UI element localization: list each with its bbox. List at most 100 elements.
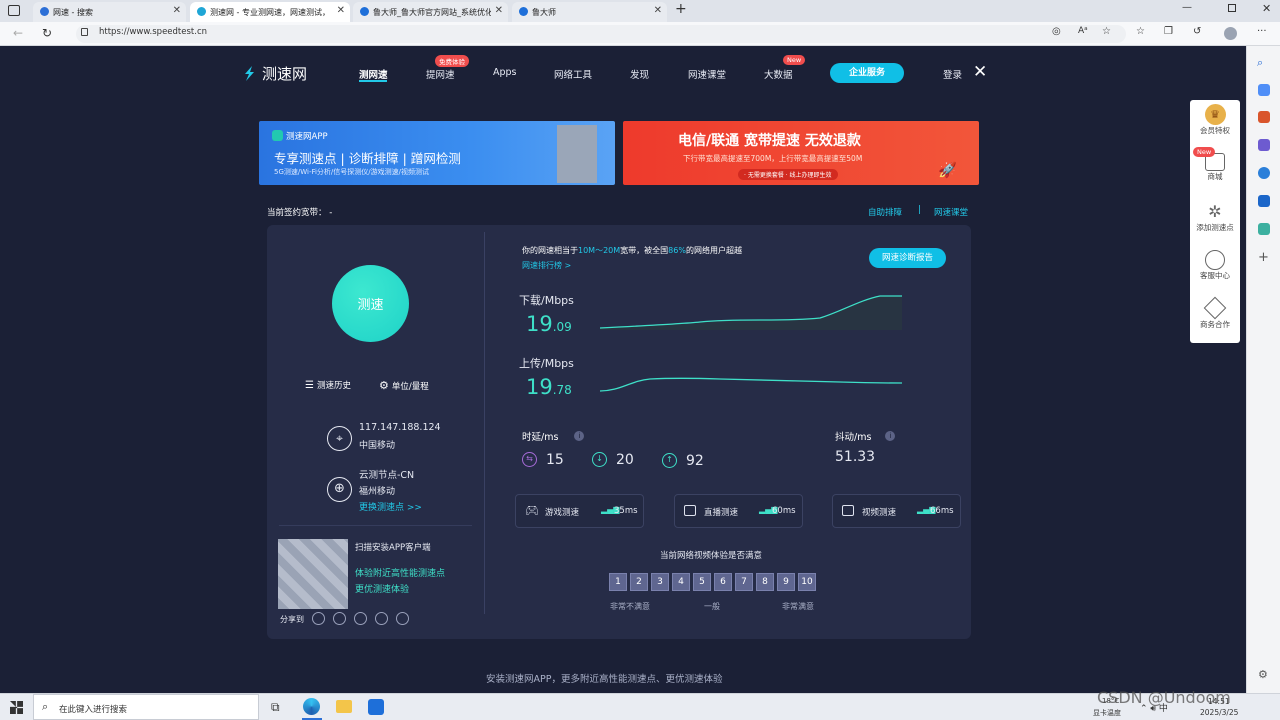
- logo[interactable]: 测速网: [241, 63, 307, 84]
- history-button[interactable]: ☰ 测速历史: [305, 379, 351, 392]
- score-button-7[interactable]: 7: [735, 573, 753, 591]
- task-view-icon[interactable]: ⧉: [271, 700, 280, 715]
- score-button-2[interactable]: 2: [630, 573, 648, 591]
- taskbar-search-text: 在此键入进行搜索: [59, 705, 128, 715]
- promo-banner[interactable]: 电信/联通 宽带提速 无效退款 下行带宽最高提速至700M，上行带宽最高提速至5…: [623, 121, 979, 185]
- nav-apps[interactable]: Apps: [493, 67, 517, 78]
- video-test-card[interactable]: 视频测速 ▂▄▆ 66ms: [832, 494, 961, 528]
- refresh-icon[interactable]: ↻: [42, 26, 52, 40]
- latency-title: 时延/ms i: [522, 429, 585, 443]
- rank-link[interactable]: 网速排行榜 >: [522, 260, 571, 271]
- contract-value: -: [329, 208, 333, 218]
- new-tab-button[interactable]: +: [675, 1, 687, 17]
- add-node-icon: ✲: [1208, 202, 1222, 221]
- change-node-link[interactable]: 更换测速点 >>: [359, 500, 422, 513]
- promo-headline: 电信/联通 宽带提速 无效退款: [678, 133, 861, 149]
- nav-speedtest[interactable]: 测网速: [359, 67, 388, 81]
- score-button-9[interactable]: 9: [777, 573, 795, 591]
- tab-speedtest[interactable]: 测速网 - 专业测网速，网速测试，宽 ✕: [190, 2, 350, 22]
- link-icon[interactable]: [396, 612, 409, 625]
- tab-ludashi[interactable]: 鲁大师 ✕: [512, 2, 667, 22]
- profile-avatar[interactable]: [1224, 27, 1237, 40]
- copilot-icon[interactable]: [1258, 167, 1270, 179]
- close-icon[interactable]: ✕: [973, 62, 987, 82]
- location-icon[interactable]: ◎: [1052, 26, 1061, 37]
- star-icon[interactable]: [375, 612, 388, 625]
- back-icon[interactable]: ←: [13, 26, 23, 40]
- outlook-icon[interactable]: [1258, 195, 1270, 207]
- search-icon[interactable]: ⌕: [1257, 56, 1263, 70]
- ludashi-app-icon[interactable]: [368, 699, 384, 715]
- diagnosis-report-button[interactable]: 网速诊断报告: [869, 248, 946, 268]
- self-fix-link[interactable]: 自助排障: [868, 206, 902, 218]
- tag-icon[interactable]: [1258, 84, 1270, 96]
- history-icon[interactable]: ↺: [1193, 26, 1201, 37]
- score-button-6[interactable]: 6: [714, 573, 732, 591]
- taskbar-search[interactable]: ⌕ 在此键入进行搜索: [33, 694, 259, 720]
- close-icon[interactable]: ✕: [654, 5, 662, 16]
- url-field[interactable]: [76, 25, 1126, 43]
- info-icon[interactable]: i: [885, 431, 896, 441]
- nav-discover[interactable]: 发现: [630, 67, 649, 81]
- favorite-add-icon[interactable]: ☆: [1102, 26, 1111, 37]
- score-button-4[interactable]: 4: [672, 573, 690, 591]
- close-icon[interactable]: ✕: [337, 5, 345, 16]
- share-label: 分享到: [280, 615, 304, 624]
- nav-boost[interactable]: 提网速: [426, 67, 455, 81]
- unit-button[interactable]: ⚙ 单位/量程: [379, 379, 429, 392]
- close-icon[interactable]: ✕: [495, 5, 503, 16]
- url-text[interactable]: https://www.speedtest.cn: [99, 27, 207, 37]
- nav-tools[interactable]: 网络工具: [554, 67, 592, 81]
- scale-high: 非常满意: [782, 602, 814, 611]
- info-icon[interactable]: i: [574, 431, 585, 441]
- more-icon[interactable]: ···: [1257, 26, 1267, 37]
- login-link[interactable]: 登录: [943, 67, 962, 81]
- start-test-button[interactable]: 测速: [332, 265, 409, 342]
- lock-icon[interactable]: [81, 28, 88, 36]
- settings-icon[interactable]: ⚙: [1258, 668, 1268, 681]
- score-button-5[interactable]: 5: [693, 573, 711, 591]
- score-button-8[interactable]: 8: [756, 573, 774, 591]
- tab-search[interactable]: 网速 - 搜索 ✕: [33, 2, 186, 22]
- toolbox-icon[interactable]: [1258, 111, 1270, 123]
- maximize-button[interactable]: [1228, 4, 1236, 12]
- close-icon[interactable]: ✕: [173, 5, 181, 16]
- games-icon[interactable]: [1258, 139, 1270, 151]
- free-trial-badge: 免费体验: [435, 55, 469, 67]
- window-menu-icon[interactable]: [8, 5, 20, 16]
- latency-label: 时延/ms: [522, 432, 559, 443]
- enterprise-button[interactable]: 企业服务: [830, 63, 904, 83]
- score-button-3[interactable]: 3: [651, 573, 669, 591]
- add-node[interactable]: ✲ 添加测速点: [1191, 202, 1239, 233]
- windows-start-icon[interactable]: [10, 701, 23, 714]
- qq-icon[interactable]: [354, 612, 367, 625]
- file-explorer-icon[interactable]: [336, 700, 352, 713]
- business[interactable]: 商务合作: [1191, 296, 1239, 330]
- mall-new-badge: New: [1193, 147, 1216, 157]
- nav-course[interactable]: 网速课堂: [688, 67, 726, 81]
- wechat-icon[interactable]: [312, 612, 325, 625]
- upload-value: 19.78: [526, 375, 572, 399]
- drop-icon[interactable]: [1258, 223, 1270, 235]
- history-icon: ☰: [305, 379, 314, 391]
- score-button-1[interactable]: 1: [609, 573, 627, 591]
- score-button-10[interactable]: 10: [798, 573, 816, 591]
- customer-service[interactable]: 客服中心: [1191, 250, 1239, 281]
- member-privilege[interactable]: ♛ 会员特权: [1191, 104, 1239, 136]
- nav-bigdata[interactable]: 大数据: [764, 67, 793, 81]
- course-link[interactable]: 网速课堂: [934, 206, 968, 218]
- close-window-button[interactable]: ✕: [1262, 2, 1271, 15]
- add-icon[interactable]: +: [1258, 250, 1269, 265]
- promo-sub: 下行带宽最高提速至700M，上行带宽最高提速至50M: [683, 154, 863, 163]
- read-aloud-icon[interactable]: Aᵃ: [1078, 26, 1088, 36]
- app-banner[interactable]: 测速网APP 专享测速点 | 诊断排障 | 蹭网检测 5G测速/Wi-Fi分析/…: [259, 121, 615, 185]
- live-test-card[interactable]: 直播测速 ▂▄▆ 60ms: [674, 494, 803, 528]
- collections-icon[interactable]: ❐: [1164, 26, 1173, 37]
- edge-icon[interactable]: [303, 698, 320, 715]
- favorites-icon[interactable]: ☆: [1136, 26, 1145, 37]
- mall[interactable]: 商城: [1191, 153, 1239, 182]
- game-test-card[interactable]: 🎮︎ 游戏测速 ▂▄▆ 35ms: [515, 494, 644, 528]
- weibo-icon[interactable]: [333, 612, 346, 625]
- minimize-button[interactable]: —: [1182, 2, 1192, 13]
- tab-ludashi-official[interactable]: 鲁大师_鲁大师官方网站_系统优化 ✕: [353, 2, 508, 22]
